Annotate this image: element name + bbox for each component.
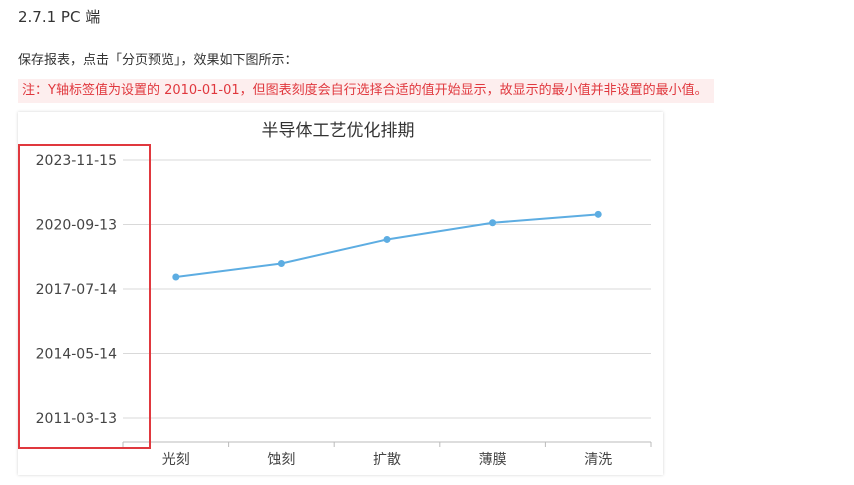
x-tick-label: 蚀刻 xyxy=(267,452,295,468)
data-point xyxy=(172,273,180,281)
x-tick-label: 扩散 xyxy=(373,452,401,468)
x-tick-label: 清洗 xyxy=(584,452,612,468)
y-tick-label: 2017-07-14 xyxy=(36,282,117,298)
chart-card: 半导体工艺优化排期 2011-03-13 2014-05-14 2017-07-14 2… xyxy=(18,112,663,475)
line-chart: 半导体工艺优化排期 2011-03-13 2014-05-14 2017-07-14 2… xyxy=(36,121,652,468)
chart-title: 半导体工艺优化排期 xyxy=(262,121,415,141)
data-point xyxy=(489,219,497,227)
y-tick-label: 2023-11-15 xyxy=(36,153,117,169)
note-banner: 注：Y轴标签值为设置的 2010-01-01，但图表刻度会自行选择合适的值开始显… xyxy=(18,79,714,103)
y-tick-label: 2011-03-13 xyxy=(36,411,117,427)
series-line xyxy=(175,213,599,278)
y-tick-label: 2014-05-14 xyxy=(36,346,117,362)
x-tick-label: 光刻 xyxy=(162,452,190,468)
data-point xyxy=(383,235,391,243)
data-point xyxy=(277,259,285,267)
section-title: 2.7.1 PC 端 xyxy=(18,8,101,26)
data-point xyxy=(594,210,602,218)
x-tick-label: 薄膜 xyxy=(479,452,507,468)
y-tick-label: 2020-09-13 xyxy=(36,218,117,234)
description-text: 保存报表，点击「分页预览」，效果如下图所示： xyxy=(18,53,298,68)
